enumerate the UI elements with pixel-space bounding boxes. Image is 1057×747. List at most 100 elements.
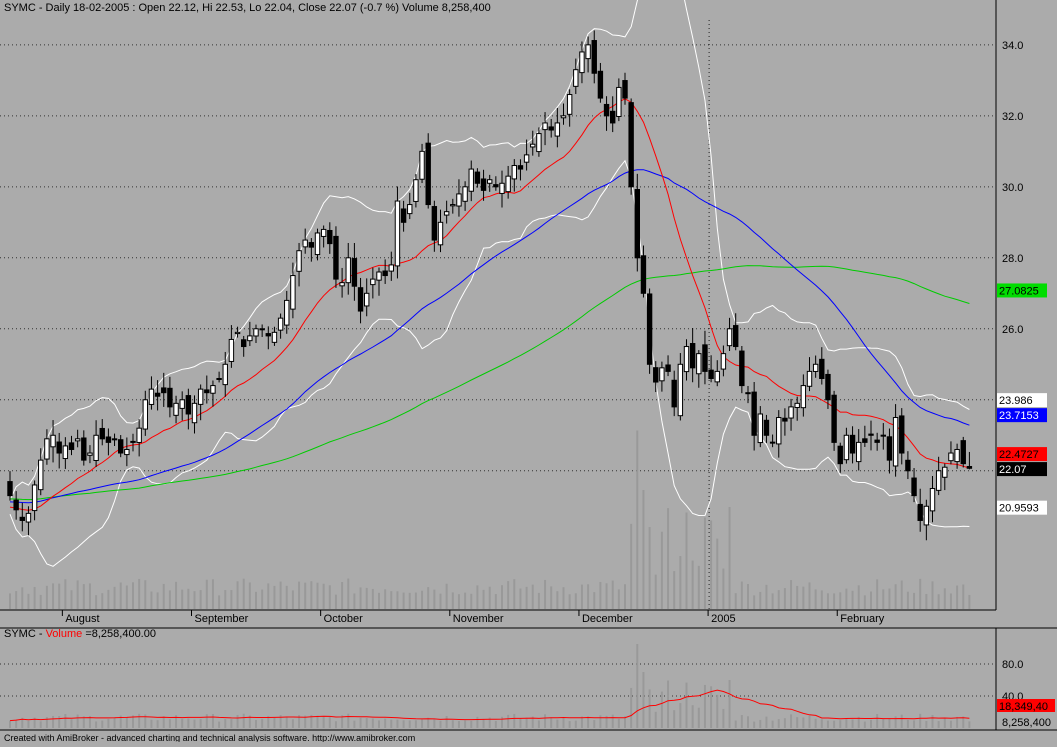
candle-body [271, 331, 278, 343]
candle-body [382, 270, 388, 277]
volume-panel-bar [525, 717, 528, 728]
volume-panel-bar [728, 680, 731, 728]
candle-body [579, 51, 585, 74]
volume-bar [199, 590, 202, 609]
volume-panel-bar [421, 719, 424, 728]
volume-bar [783, 588, 786, 609]
volume-panel-bar [76, 714, 79, 728]
volume-panel-bar [814, 718, 817, 728]
volume-bar [353, 593, 356, 609]
volume-bar [624, 584, 626, 609]
volume-panel-bar [906, 719, 909, 728]
volume-panel-bar [125, 716, 128, 728]
volume-bar [580, 584, 583, 609]
candle-body [173, 402, 179, 416]
volume-bar [876, 579, 879, 609]
candle-body [960, 440, 966, 465]
volume-panel-bar [414, 720, 417, 728]
candle-body [437, 221, 444, 246]
volume-bar [962, 584, 965, 609]
volume-panel-bar [574, 720, 577, 728]
price-badge-label: 23.7153 [999, 410, 1039, 422]
volume-panel-bar [642, 672, 645, 728]
volume-bar [482, 589, 485, 609]
candle-body [782, 417, 788, 422]
volume-bar [759, 591, 762, 609]
volume-bar [525, 586, 528, 609]
volume-bar [870, 591, 872, 609]
candle-body [154, 392, 161, 397]
candle-body [554, 122, 561, 137]
price-tick-label: 32.0 [1002, 111, 1023, 123]
volume-panel-bar [870, 719, 872, 728]
candle-body [124, 448, 130, 456]
candle-body [56, 441, 62, 454]
volume-bar [414, 592, 417, 609]
volume-panel-bar [968, 721, 971, 728]
volume-bar [433, 589, 436, 609]
candle-body [74, 438, 81, 442]
volume-bar [882, 589, 885, 609]
candle-body [566, 94, 573, 115]
volume-bar [839, 592, 842, 609]
volume-bar [587, 584, 590, 609]
volume-panel-bar [562, 717, 565, 728]
candle-body [105, 436, 112, 443]
volume-bar [599, 581, 602, 609]
candle-body [456, 193, 462, 207]
volume-bar [968, 594, 971, 609]
volume-bar [396, 591, 399, 609]
volume-panel-bar [168, 719, 171, 728]
volume-panel-bar [550, 717, 553, 728]
volume-panel-bar [820, 719, 823, 728]
candle-body [179, 399, 185, 409]
volume-bar [33, 586, 36, 609]
candle-body [671, 379, 677, 408]
candle-body [696, 353, 702, 375]
time-tick-label: February [840, 613, 885, 625]
candle-body [345, 257, 351, 284]
candle-body [413, 179, 419, 202]
volume-panel-bar [956, 716, 959, 728]
volume-bar [45, 585, 48, 609]
volume-panel-bar [464, 720, 467, 728]
candle-body [204, 389, 210, 394]
volume-panel-bar [291, 719, 294, 728]
volume-bar [728, 507, 731, 609]
volume-bar [937, 594, 940, 609]
candle-body [50, 434, 56, 448]
volume-bar [304, 582, 307, 609]
volume-bar [402, 592, 405, 609]
volume-bar [611, 580, 614, 609]
volume-bar [919, 578, 922, 609]
candle-body [542, 122, 548, 131]
candle-body [191, 402, 198, 424]
candle-body [376, 271, 382, 281]
candle-body [388, 264, 395, 272]
volume-panel-bar [156, 720, 159, 728]
volume-bar [845, 588, 848, 609]
volume-panel-bar [630, 687, 633, 728]
candle-body [431, 206, 438, 241]
volume-bar [181, 589, 184, 609]
volume-bar [236, 581, 239, 609]
candle-body [788, 406, 794, 419]
volume-panel-bar [679, 703, 682, 728]
volume-bar [21, 587, 24, 609]
volume-bar [359, 587, 362, 609]
volume-panel-bar [107, 718, 110, 728]
volume-bar [150, 591, 153, 609]
volume-caption-label: Volume [46, 628, 83, 640]
volume-panel-bar [826, 720, 829, 728]
chart-background [0, 0, 1057, 742]
candle-body [886, 436, 893, 461]
candle-body [339, 282, 345, 287]
volume-panel-bar [230, 719, 233, 728]
volume-panel-bar [427, 717, 430, 728]
time-tick-label: 2005 [711, 613, 735, 625]
volume-panel-bar [876, 714, 879, 728]
volume-bar [833, 593, 836, 609]
volume-panel-bar [771, 720, 774, 728]
candle-body [148, 388, 155, 405]
candle-body [954, 448, 960, 463]
